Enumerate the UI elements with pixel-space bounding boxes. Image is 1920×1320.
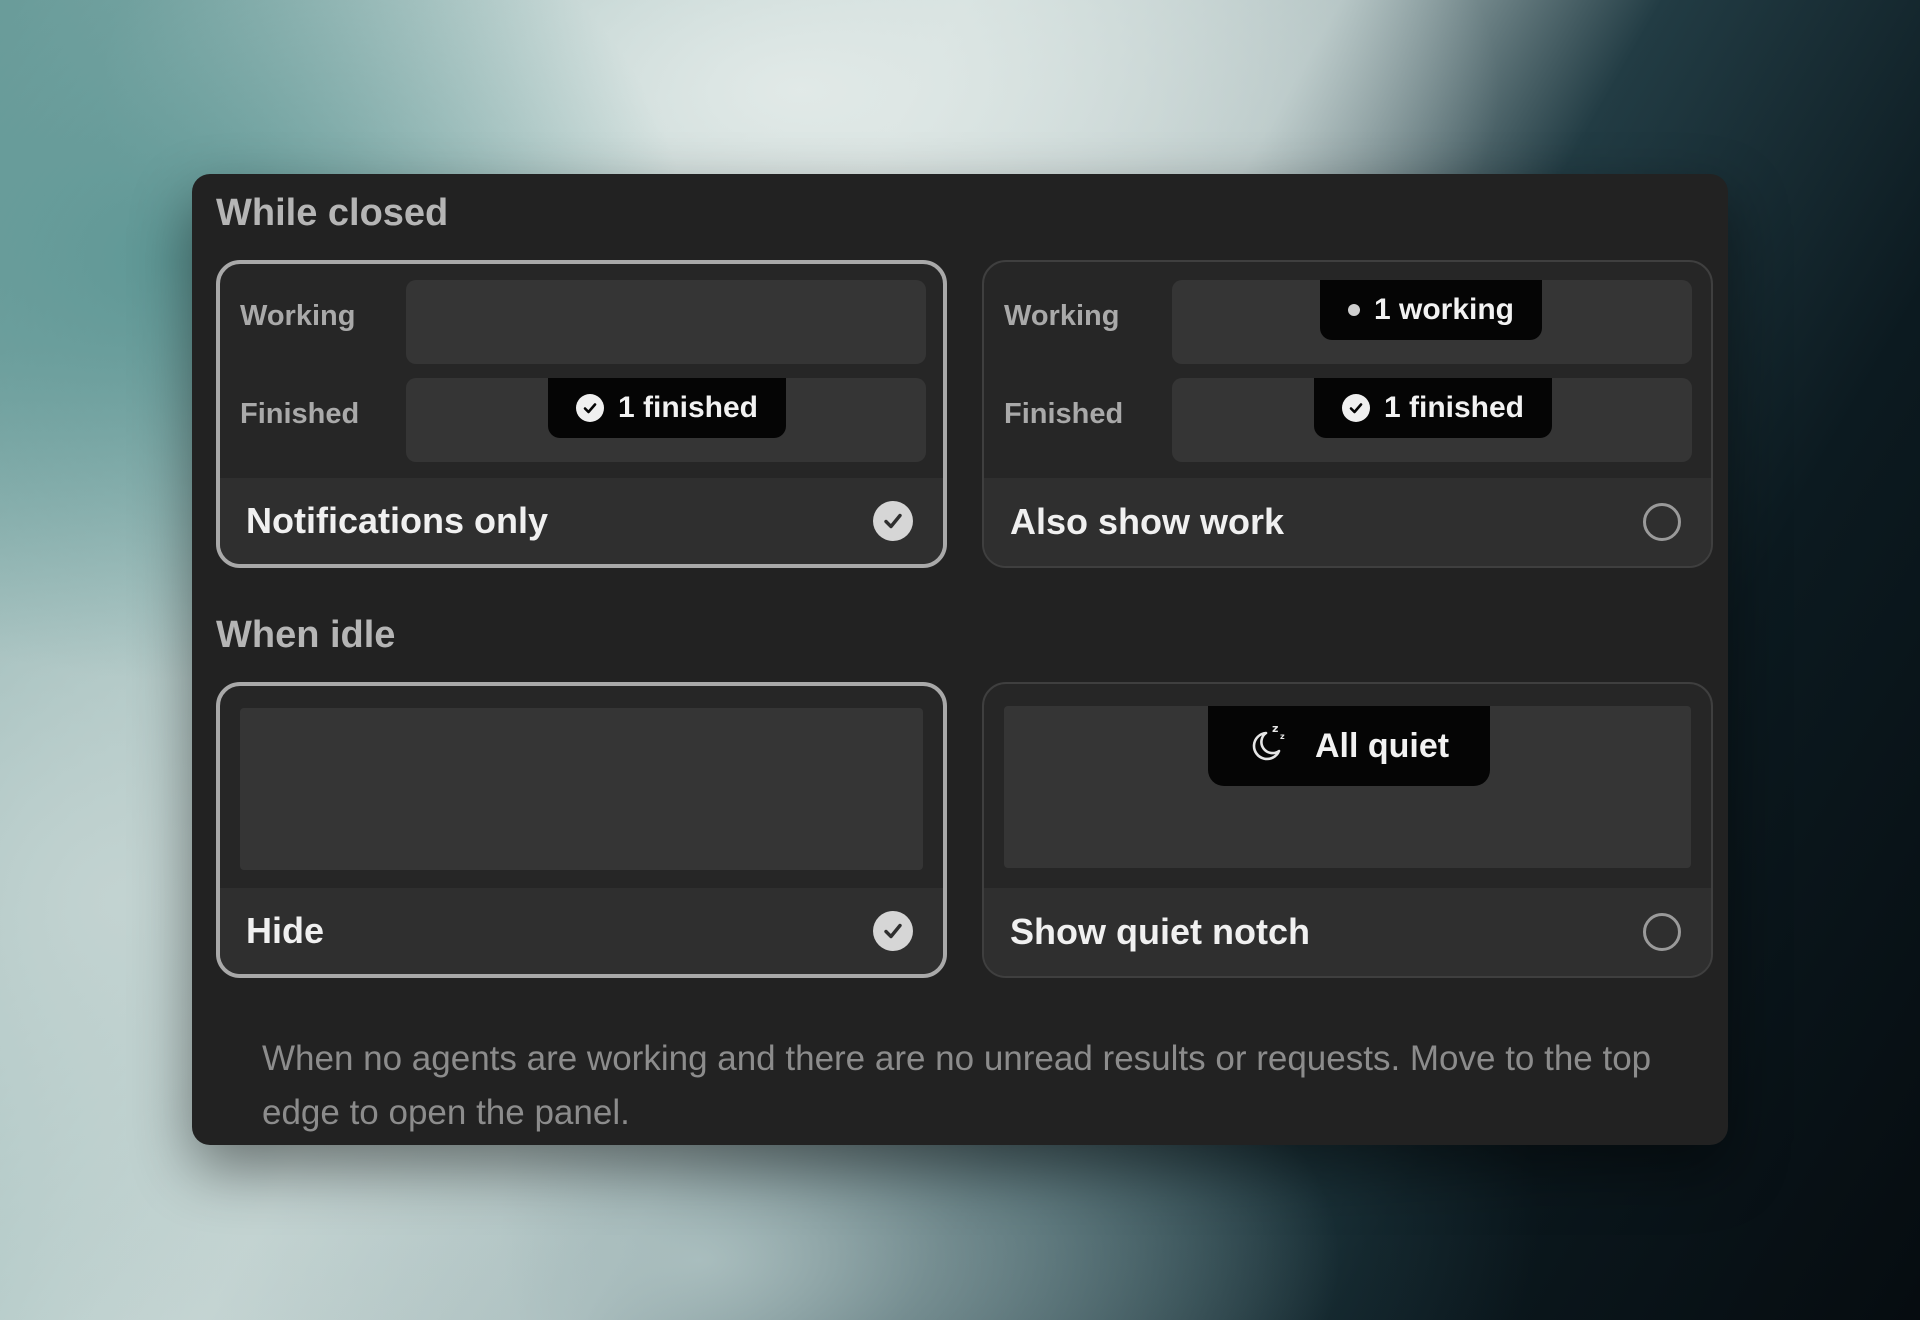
finished-badge: 1 finished bbox=[1314, 378, 1552, 438]
option-show-quiet-notch[interactable]: z z All quiet Show quiet notch bbox=[982, 682, 1713, 978]
idle-preview: z z All quiet bbox=[1004, 706, 1691, 868]
working-badge-text: 1 working bbox=[1373, 293, 1515, 326]
option-footer[interactable]: Notifications only bbox=[220, 478, 943, 564]
option-label: Show quiet notch bbox=[1010, 911, 1310, 952]
working-slot bbox=[406, 280, 926, 364]
selected-check-icon[interactable] bbox=[873, 911, 913, 951]
option-hide[interactable]: Hide bbox=[216, 682, 947, 978]
check-circle-icon bbox=[575, 394, 604, 422]
radio-unselected-icon[interactable] bbox=[1643, 913, 1681, 951]
option-footer[interactable]: Hide bbox=[220, 888, 943, 974]
working-badge: 1 working bbox=[1320, 280, 1542, 340]
finished-badge: 1 finished bbox=[548, 378, 786, 438]
idle-description: When no agents are working and there are… bbox=[262, 1039, 1652, 1132]
radio-unselected-icon[interactable] bbox=[1643, 503, 1681, 541]
option-notifications-only[interactable]: Working Finished 1 finished Notification… bbox=[216, 260, 947, 568]
moon-zzz-icon: z z bbox=[1249, 721, 1289, 772]
finished-slot: 1 finished bbox=[406, 378, 926, 462]
row-label-working: Working bbox=[240, 300, 356, 332]
option-label: Also show work bbox=[1010, 501, 1285, 542]
option-label: Notifications only bbox=[246, 500, 549, 541]
check-circle-icon bbox=[1341, 394, 1370, 422]
selected-check-icon[interactable] bbox=[873, 501, 913, 541]
finished-slot: 1 finished bbox=[1172, 378, 1692, 462]
finished-badge-text: 1 finished bbox=[1383, 391, 1525, 424]
finished-badge-text: 1 finished bbox=[617, 391, 759, 424]
section-title-while-closed: While closed bbox=[216, 192, 449, 234]
quiet-badge: z z All quiet bbox=[1208, 706, 1490, 786]
working-slot: 1 working bbox=[1172, 280, 1692, 364]
svg-text:z: z bbox=[1272, 722, 1278, 735]
option-footer[interactable]: Also show work bbox=[984, 478, 1711, 566]
idle-preview-empty bbox=[240, 708, 923, 870]
option-label: Hide bbox=[246, 910, 325, 951]
section-title-when-idle: When idle bbox=[216, 614, 396, 656]
row-label-finished: Finished bbox=[1004, 398, 1124, 430]
option-also-show-work[interactable]: Working 1 working Finished 1 finished Al… bbox=[982, 260, 1713, 568]
row-label-working: Working bbox=[1004, 300, 1120, 332]
row-label-finished: Finished bbox=[240, 398, 360, 430]
dot-icon bbox=[1347, 304, 1360, 316]
notch-settings-panel: While closed Working Finished 1 finished… bbox=[192, 174, 1728, 1145]
option-footer[interactable]: Show quiet notch bbox=[984, 888, 1711, 976]
quiet-badge-text: All quiet bbox=[1314, 726, 1450, 765]
svg-text:z: z bbox=[1280, 732, 1285, 741]
